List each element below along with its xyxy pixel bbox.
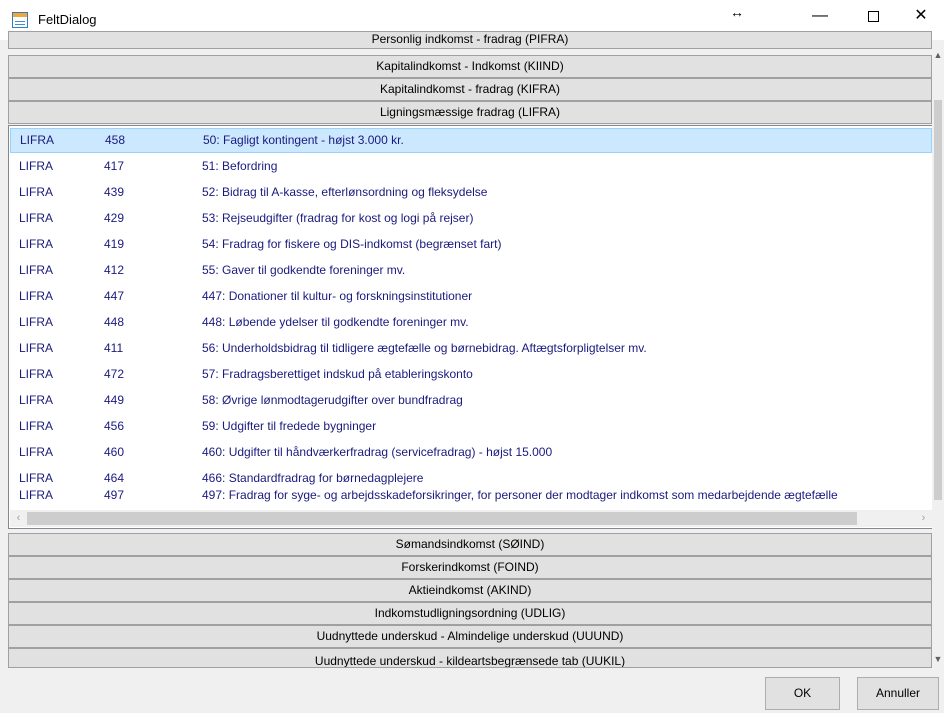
row-code: LIFRA [19,289,54,303]
list-item[interactable]: LIFRA 458 50: Fagligt kontingent - højst… [10,128,932,153]
row-number: 497 [104,488,125,502]
list-item[interactable]: LIFRA 439 52: Bidrag til A-kasse, efterl… [10,180,932,205]
scroll-up-icon[interactable]: ▲ [932,50,944,60]
row-number: 456 [104,419,125,433]
row-number: 429 [104,211,125,225]
row-number: 458 [105,133,126,147]
row-code: LIFRA [19,263,54,277]
row-description: 56: Underholdsbidrag til tidligere ægtef… [202,341,647,355]
row-description: 447: Donationer til kultur- og forskning… [202,289,473,303]
scroll-down-icon[interactable]: ▼ [932,654,944,664]
horizontal-scroll-thumb[interactable] [27,512,857,525]
list-item[interactable]: LIFRA 419 54: Fradrag for fiskere og DIS… [10,232,932,257]
row-code: LIFRA [19,367,54,381]
row-description: 57: Fradragsberettiget indskud på etable… [202,367,473,381]
list-item[interactable]: LIFRA 412 55: Gaver til godkendte foreni… [10,258,932,283]
row-number: 417 [104,159,125,173]
table-icon [12,12,28,28]
group-header-foind[interactable]: Forskerindkomst (FOIND) [8,556,932,579]
vertical-scroll-thumb[interactable] [934,100,942,500]
row-description: 55: Gaver til godkendte foreninger mv. [202,263,406,277]
row-code: LIFRA [19,315,54,329]
row-description: 53: Rejseudgifter (fradrag for kost og l… [202,211,474,225]
list-item[interactable]: LIFRA 456 59: Udgifter til fredede bygni… [10,414,932,439]
close-icon[interactable]: ✕ [898,0,944,32]
window-title: FeltDialog [38,12,97,27]
row-code: LIFRA [19,341,54,355]
group-header-uukil[interactable]: Uudnyttede underskud - kildeartsbegrænse… [8,648,932,668]
row-description: 54: Fradrag for fiskere og DIS-indkomst … [202,237,502,251]
field-list[interactable]: LIFRA 458 50: Fagligt kontingent - højst… [8,125,934,529]
cancel-button[interactable]: Annuller [857,677,939,710]
minimize-icon[interactable]: — [797,0,843,32]
row-code: LIFRA [19,185,54,199]
row-code: LIFRA [19,211,54,225]
group-header-pifra[interactable]: Personlig indkomst - fradrag (PIFRA) [8,31,932,49]
row-code: LIFRA [19,445,54,459]
row-description: 51: Befordring [202,159,278,173]
list-item[interactable]: LIFRA 472 57: Fradragsberettiget indskud… [10,362,932,387]
list-item[interactable]: LIFRA 449 58: Øvrige lønmodtagerudgifter… [10,388,932,413]
scroll-left-icon[interactable]: ‹ [10,510,27,527]
group-header-akind[interactable]: Aktieindkomst (AKIND) [8,579,932,602]
row-number: 439 [104,185,125,199]
list-item[interactable]: LIFRA 417 51: Befordring [10,154,932,179]
row-code: LIFRA [19,159,54,173]
row-code: LIFRA [19,393,54,407]
ok-button[interactable]: OK [765,677,840,710]
row-code: LIFRA [20,133,55,147]
group-header-lifra[interactable]: Ligningsmæssige fradrag (LIFRA) [8,101,932,124]
row-description: 58: Øvrige lønmodtagerudgifter over bund… [202,393,463,407]
group-header-kiind[interactable]: Kapitalindkomst - Indkomst (KIIND) [8,55,932,78]
group-header-kifra[interactable]: Kapitalindkomst - fradrag (KIFRA) [8,78,932,101]
row-description: 59: Udgifter til fredede bygninger [202,419,377,433]
scroll-right-icon[interactable]: › [915,510,932,527]
row-number: 460 [104,445,125,459]
list-item[interactable]: LIFRA 447 447: Donationer til kultur- og… [10,284,932,309]
row-code: LIFRA [19,237,54,251]
maximize-icon[interactable] [850,0,896,32]
horizontal-scrollbar[interactable]: ‹ › [10,510,932,527]
row-description: 52: Bidrag til A-kasse, efterlønsordning… [202,185,488,199]
vertical-scrollbar[interactable]: ▲ ▼ [932,40,944,670]
group-header-soind[interactable]: Sømandsindkomst (SØIND) [8,533,932,556]
list-item[interactable]: LIFRA 497 497: Fradrag for syge- og arbe… [10,483,932,508]
row-description: 50: Fagligt kontingent - højst 3.000 kr. [203,133,404,147]
row-number: 448 [104,315,125,329]
row-description: 497: Fradrag for syge- og arbejdsskadefo… [202,488,838,502]
row-number: 412 [104,263,125,277]
row-number: 447 [104,289,125,303]
row-number: 419 [104,237,125,251]
row-number: 472 [104,367,125,381]
list-item[interactable]: LIFRA 411 56: Underholdsbidrag til tidli… [10,336,932,361]
row-number: 449 [104,393,125,407]
resize-horizontal-icon[interactable]: ↔ [714,0,760,28]
row-number: 411 [104,341,124,355]
list-item[interactable]: LIFRA 448 448: Løbende ydelser til godke… [10,310,932,335]
row-code: LIFRA [19,419,54,433]
row-description: 460: Udgifter til håndværkerfradrag (ser… [202,445,553,459]
row-description: 448: Løbende ydelser til godkendte foren… [202,315,469,329]
list-item[interactable]: LIFRA 429 53: Rejseudgifter (fradrag for… [10,206,932,231]
group-header-udlig[interactable]: Indkomstudligningsordning (UDLIG) [8,602,932,625]
list-item[interactable]: LIFRA 460 460: Udgifter til håndværkerfr… [10,440,932,465]
row-code: LIFRA [19,488,54,502]
group-header-uuund[interactable]: Uudnyttede underskud - Almindelige under… [8,625,932,648]
